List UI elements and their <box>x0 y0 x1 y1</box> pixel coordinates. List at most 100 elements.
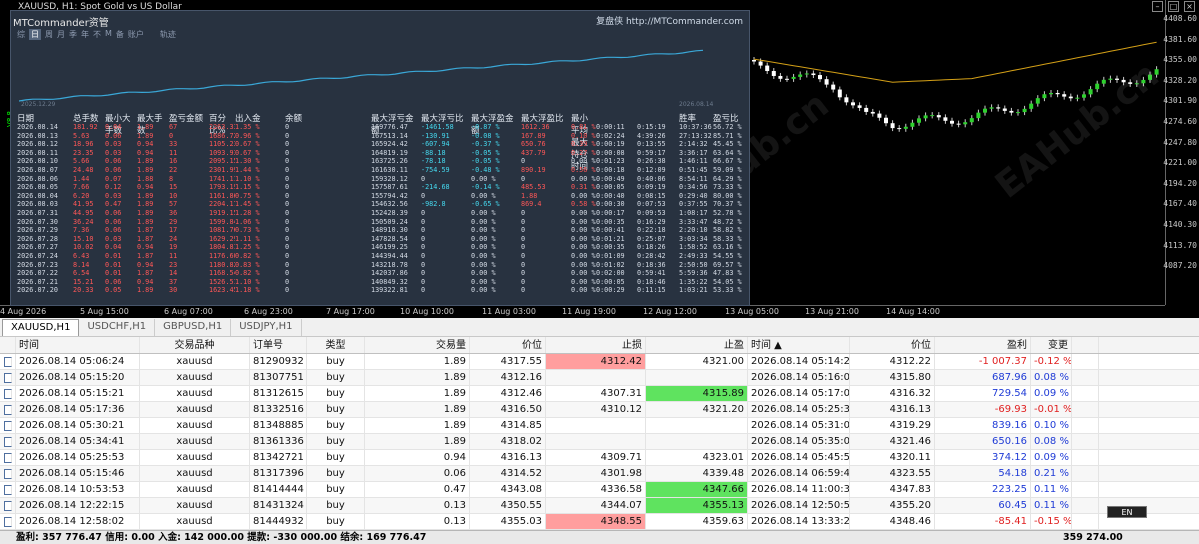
table-row[interactable]: 2026.08.14 05:30:21 xauusd 81348885 buy 1.89… <box>0 418 1199 434</box>
table-cell: xauusd <box>140 450 250 465</box>
stats-cell: 0 <box>285 251 290 260</box>
stats-cell: 23 <box>169 260 178 269</box>
stats-cell: 0.39 % <box>571 140 596 149</box>
table-row[interactable]: 2026.08.14 12:58:02 xauusd 81444932 buy 0.13… <box>0 514 1199 530</box>
column-header[interactable]: 止盈 <box>646 337 748 353</box>
table-cell: 4348.46 <box>850 514 935 529</box>
table-cell: 1.89 <box>365 370 470 385</box>
time-axis: 4 Aug 2026 5 Aug 15:00 6 Aug 07:00 6 Aug 23… <box>0 305 1165 318</box>
stats-cell: 2026.08.05 <box>17 183 58 192</box>
candle <box>976 112 981 119</box>
stats-cell: 1.89 <box>137 200 154 209</box>
table-cell: 4316.50 <box>470 402 546 417</box>
stats-cell: 3:36:17 <box>679 148 708 157</box>
time-tick-label: 11 Aug 03:00 <box>482 307 536 316</box>
candle <box>910 122 915 127</box>
price-tick-label: 4381.60 <box>1163 34 1197 44</box>
column-header[interactable]: 止损 <box>546 337 646 353</box>
stats-cell: 0:59:41 <box>637 269 666 278</box>
column-header[interactable]: 订单号 <box>250 337 307 353</box>
stats-cell: 2026.07.22 <box>17 269 58 278</box>
stats-cell: 2026.07.29 <box>17 226 58 235</box>
stats-cell: 0.03 <box>105 148 122 157</box>
stats-cell: 1:08:17 <box>679 208 708 217</box>
table-cell: 60.45 <box>935 498 1031 513</box>
stats-cell: 58.33 % <box>713 234 742 243</box>
column-header[interactable]: 时间 ▲ <box>748 337 850 353</box>
stats-cell: 152428.39 <box>371 208 408 217</box>
stats-cell: 48.72 % <box>713 217 742 226</box>
stats-row: 2026.08.13 5.63 0.06 1.89 0 1686.72 0.96 % 0 167… <box>17 132 747 141</box>
stats-cell: 0.94 <box>137 148 154 157</box>
stats-row: 2026.08.12 18.96 0.03 0.94 33 1105.23 0.67 % 0 1… <box>17 140 747 149</box>
price-tick-label: 4328.20 <box>1163 75 1197 85</box>
stats-cell: 1.44 % <box>235 165 260 174</box>
table-cell <box>646 370 748 385</box>
stats-cell: -1461.58 <box>421 123 454 131</box>
table-cell: 0.11 % <box>1031 498 1072 513</box>
table-cell: 4319.29 <box>850 418 935 433</box>
stats-cell: 0:00:11 <box>596 123 625 131</box>
tab-symbol[interactable]: USDCHF,H1 <box>79 319 156 336</box>
stats-cell: 0 <box>285 269 290 278</box>
table-row[interactable]: 2026.08.14 05:34:41 xauusd 81361336 buy 1.89… <box>0 434 1199 450</box>
column-header[interactable]: 类型 <box>307 337 365 353</box>
stats-cell: 0.06 <box>105 217 122 226</box>
tab-symbol[interactable]: USDJPY,H1 <box>231 319 302 336</box>
table-cell: buy <box>307 402 365 417</box>
stats-cell: 0.00 % <box>471 286 496 295</box>
stats-cell: 0.03 <box>105 234 122 243</box>
stats-row: 2026.07.30 36.24 0.06 1.89 29 1599.84 1.06 % 0 1… <box>17 218 747 227</box>
table-row[interactable]: 2026.08.14 05:15:46 xauusd 81317396 buy 0.06… <box>0 466 1199 482</box>
language-badge[interactable]: EN <box>1107 506 1147 518</box>
stats-cell: 485.53 <box>521 183 546 192</box>
row-icon-cell <box>0 434 16 449</box>
table-cell: 1.89 <box>365 386 470 401</box>
price-chart[interactable]: XAUUSD, H1: Spot Gold vs US Dollar – □ ×… <box>0 0 1199 318</box>
stats-cell: 1.10 % <box>235 277 260 286</box>
mtcommander-panel[interactable]: MTCommander资管 复盘侠 http://MTCommander.com… <box>10 10 750 306</box>
table-cell: xauusd <box>140 434 250 449</box>
table-row[interactable]: 2026.08.14 10:53:53 xauusd 81414444 buy 0.47… <box>0 482 1199 498</box>
table-row[interactable]: 2026.08.14 05:15:20 xauusd 81307751 buy 1.89… <box>0 370 1199 386</box>
table-cell <box>646 434 748 449</box>
column-header[interactable]: 变更 <box>1031 337 1072 353</box>
candle <box>837 89 842 98</box>
candle <box>1075 97 1080 99</box>
stats-cell: 869.4 <box>521 200 542 209</box>
column-header[interactable]: 盈利 <box>935 337 1031 353</box>
row-spacer <box>1072 434 1099 449</box>
table-row[interactable]: 2026.08.14 05:06:24 xauusd 81290932 buy 1.89… <box>0 354 1199 370</box>
stats-cell: 0.82 % <box>235 269 260 278</box>
panel-link[interactable]: 复盘侠 http://MTCommander.com <box>596 14 743 27</box>
table-row[interactable]: 2026.08.14 05:17:36 xauusd 81332516 buy 1.89… <box>0 402 1199 418</box>
column-header[interactable]: 交易量 <box>365 337 470 353</box>
stats-cell: 0 <box>421 217 426 226</box>
stats-row: 2026.07.22 6.54 0.01 1.87 14 1168.54 0.82 % 0 14… <box>17 269 747 278</box>
column-header[interactable]: 价位 <box>850 337 935 353</box>
stats-cell: 33 <box>169 140 178 149</box>
stats-cell: 66.67 % <box>713 157 742 166</box>
stats-cell: 15 <box>169 183 178 192</box>
tab-symbol[interactable]: XAUUSD,H1 <box>2 319 80 336</box>
stats-cell: 29 <box>169 217 178 226</box>
stats-cell: 8 <box>169 174 174 183</box>
table-cell: 81414444 <box>250 482 307 497</box>
tab-symbol[interactable]: GBPUSD,H1 <box>155 319 232 336</box>
table-cell: 0.08 % <box>1031 434 1072 449</box>
column-header[interactable]: 交易品种 <box>140 337 250 353</box>
stats-cell: 0 <box>521 260 526 269</box>
stats-cell: 0.96 % <box>235 131 260 140</box>
candle <box>864 107 869 112</box>
stats-cell: 2026.07.23 <box>17 260 58 269</box>
column-header[interactable]: 价位 <box>470 337 546 353</box>
table-cell: 2026.08.14 05:06:24 <box>16 354 140 369</box>
total-profit: 359 274.00 <box>1063 532 1123 543</box>
table-row[interactable]: 2026.08.14 05:25:53 xauusd 81342721 buy 0.94… <box>0 450 1199 466</box>
column-header[interactable]: 时间 <box>16 337 140 353</box>
table-row[interactable]: 2026.08.14 12:22:15 xauusd 81431324 buy 0.13… <box>0 498 1199 514</box>
stats-cell: 45.45 % <box>713 140 742 149</box>
stats-cell: 0 <box>521 208 526 217</box>
table-row[interactable]: 2026.08.14 05:15:21 xauusd 81312615 buy 1.89… <box>0 386 1199 402</box>
table-cell: 223.25 <box>935 482 1031 497</box>
